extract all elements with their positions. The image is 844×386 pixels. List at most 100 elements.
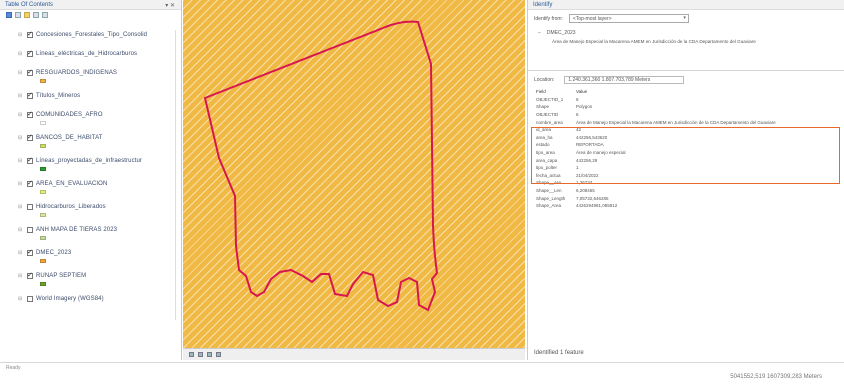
layer-label: Concesiones_Forestales_Tipo_Consolid [36,32,148,38]
field-value: 7,05732,546285 [576,195,609,201]
layer-label: ANH MAPA DE TIERAS 2023 [36,227,118,233]
expand-collapse-icon[interactable]: ⊟ [18,296,24,302]
value-column-header[interactable]: Value [576,89,587,94]
layer-visibility-checkbox[interactable] [27,248,33,256]
list-by-selection-icon[interactable] [33,12,39,18]
identify-title: Identify [528,0,844,10]
highlight-annotation-box [531,127,840,184]
layer-item[interactable]: ⊟ AREA_EN_EVALUACION [18,179,107,189]
expand-collapse-icon[interactable]: ⊟ [18,112,24,118]
layer-visibility-checkbox[interactable] [27,30,33,38]
layer-symbol-swatch[interactable] [40,236,46,240]
refresh-icon[interactable] [207,352,212,357]
layer-visibility-checkbox[interactable] [27,179,33,187]
data-view-icon[interactable] [189,352,194,357]
layer-visibility-checkbox[interactable] [27,68,33,76]
layer-item[interactable]: ⊟ RUNAP SEPTIEM [18,271,86,281]
results-tree-layer[interactable]: − DMEC_2023 [538,30,576,36]
options-icon[interactable] [42,12,48,18]
layer-symbol-swatch[interactable] [40,144,46,148]
layer-item[interactable]: ⊟ Líneas_eléctricas_de_Hidrocarburos [18,49,137,59]
layout-view-icon[interactable] [198,352,203,357]
field-value: 6 [576,96,579,102]
expand-collapse-icon[interactable]: ⊟ [18,227,24,233]
layer-visibility-checkbox[interactable] [27,49,33,57]
layer-visibility-checkbox[interactable] [27,204,33,210]
field-value: 6,208465 [576,188,595,194]
field-value: Área de Manejo Especial la Macarena AMEM… [576,119,776,125]
layer-item[interactable]: ⊟ Líneas_proyectadas_de_infraestructur [18,156,142,166]
attribute-row[interactable]: Shape Polygon [536,103,836,111]
status-coordinates: 5041552,519 1607309,283 Meters [730,374,822,380]
list-by-visibility-icon[interactable] [24,12,30,18]
layer-item[interactable]: ⊟ DMEC_2023 [18,248,71,258]
field-column-header[interactable]: Field [536,89,576,94]
layer-item[interactable]: ⊟ World Imagery (WGS84) [18,294,104,304]
location-value: 1.240.361,360 1.807.703,789 Meters [564,76,685,84]
expand-collapse-icon[interactable]: ⊟ [18,250,24,256]
field-name: Shape_Length [536,195,566,201]
tree-expander-icon[interactable]: − [538,30,541,36]
field-name: OBJECTID_1 [536,96,564,102]
field-name: Shape [536,104,550,110]
toc-scrollbar[interactable] [175,30,179,320]
expand-collapse-icon[interactable]: ⊟ [18,70,24,76]
layer-visibility-checkbox[interactable] [27,91,33,99]
attribute-row[interactable]: Shape__Len 6,208465 [536,187,836,195]
attribute-row[interactable]: nombre_area Área de Manejo Especial la Ma… [536,118,836,126]
arcmap-window: Table Of Contents ▾ ✕ ⊟ Concesiones_Fores… [0,0,844,386]
attribute-row[interactable]: OBJECTID_1 6 [536,96,836,104]
layer-visibility-checkbox[interactable] [27,156,33,164]
field-value: Polygon [576,104,593,110]
layer-symbol-swatch[interactable] [40,259,46,263]
layer-symbol-swatch[interactable] [40,167,46,171]
toc-pin-close-icon[interactable]: ▾ ✕ [165,2,175,9]
layer-visibility-checkbox[interactable] [27,271,33,279]
expand-collapse-icon[interactable]: ⊟ [18,181,24,187]
selected-area-polygon [203,20,439,312]
pause-drawing-icon[interactable] [216,352,221,357]
layer-symbol-swatch[interactable] [40,79,46,83]
results-tree-feature[interactable]: Área de Manejo Especial la Macarena AMEM… [552,39,756,44]
field-name: Shape_Area [536,203,562,209]
layer-symbol-swatch[interactable] [40,190,46,194]
location-label: Location: [534,77,555,83]
identify-from-dropdown[interactable]: <Top-most layer> [568,14,689,23]
expand-collapse-icon[interactable]: ⊟ [18,51,24,57]
layer-item[interactable]: ⊟ Concesiones_Forestales_Tipo_Consolid [18,30,147,40]
layer-symbol-swatch[interactable] [40,121,46,125]
layer-visibility-checkbox[interactable] [27,110,33,118]
expand-collapse-icon[interactable]: ⊟ [18,93,24,99]
layer-label: RUNAP SEPTIEM [36,273,87,279]
list-by-source-icon[interactable] [15,12,21,18]
layer-item[interactable]: ⊟ Hidrocarburos_Liberados [18,202,106,212]
field-value: 6 [576,112,579,118]
list-by-drawing-order-icon[interactable] [6,12,12,18]
layer-symbol-swatch[interactable] [40,282,46,286]
attribute-row[interactable]: OBJECTID 6 [536,111,836,119]
field-value: 4426294981,085812 [576,203,618,209]
expand-collapse-icon[interactable]: ⊟ [18,273,24,279]
layer-symbol-swatch[interactable] [40,213,46,217]
layer-visibility-checkbox[interactable] [27,296,33,302]
layer-item[interactable]: ⊟ COMUNIDADES_AFRO [18,110,103,120]
attribute-row[interactable]: Shape_Length 7,05732,546285 [536,194,836,202]
layer-label: DMEC_2023 [36,250,72,256]
layer-item[interactable]: ⊟ Títulos_Mineros [18,91,80,101]
map-view[interactable] [183,0,525,360]
field-name: Shape__Len [536,188,562,194]
table-of-contents-panel: Table Of Contents ▾ ✕ ⊟ Concesiones_Fores… [0,0,182,360]
expand-collapse-icon[interactable]: ⊟ [18,32,24,38]
layer-item[interactable]: ⊟ RESGUARDOS_INDIGENAS [18,68,117,78]
layer-item[interactable]: ⊟ BANCOS_DE_HABITAT [18,133,103,143]
layer-item[interactable]: ⊟ ANH MAPA DE TIERAS 2023 [18,225,117,235]
layer-visibility-checkbox[interactable] [27,133,33,141]
field-name: nombre_area [536,119,563,125]
layer-visibility-checkbox[interactable] [27,227,33,233]
expand-collapse-icon[interactable]: ⊟ [18,158,24,164]
expand-collapse-icon[interactable]: ⊟ [18,135,24,141]
expand-collapse-icon[interactable]: ⊟ [18,204,24,210]
panel-splitter[interactable] [528,70,844,71]
attribute-row[interactable]: Shape_Area 4426294981,085812 [536,202,836,210]
field-name: OBJECTID [536,112,559,118]
